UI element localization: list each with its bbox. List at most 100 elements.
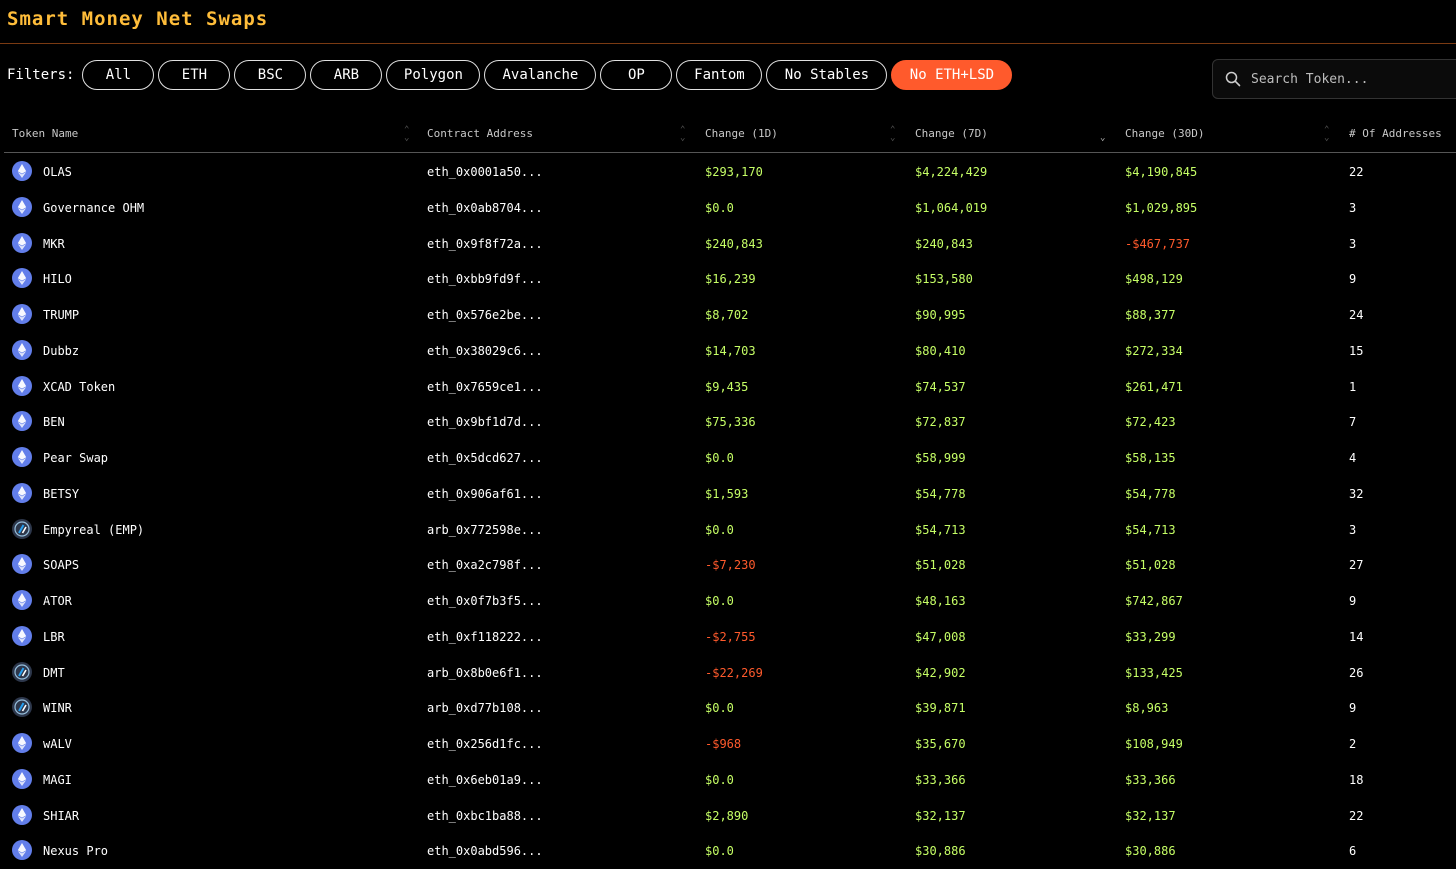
address-count: 3	[1349, 236, 1357, 251]
filter-chip-eth[interactable]: ETH	[158, 60, 231, 90]
change-7d: $74,537	[915, 379, 966, 394]
token-name: Nexus Pro	[43, 844, 109, 859]
table-row[interactable]: HILO eth_0xbb9fd9f... $16,239 $153,580 $498,…	[0, 260, 1456, 296]
change-1d: $1,593	[705, 486, 749, 501]
filter-chip-op[interactable]: OP	[600, 60, 673, 90]
sort-icon[interactable]: ⌃ ⌄	[1324, 126, 1329, 143]
change-30d: $54,778	[1125, 486, 1176, 501]
token-name: SOAPS	[43, 558, 80, 573]
change-30d: $498,129	[1125, 272, 1183, 287]
address-count: 14	[1349, 629, 1364, 644]
token-name: Dubbz	[43, 343, 80, 358]
sort-icon[interactable]: ⌃ ⌄	[404, 126, 409, 143]
table-row[interactable]: BEN eth_0x9bf1d7d... $75,336 $72,837 $72,423…	[0, 403, 1456, 439]
token-name: OLAS	[43, 165, 72, 179]
change-1d: $16,239	[705, 272, 756, 287]
filter-chip-avalanche[interactable]: Avalanche	[484, 60, 597, 90]
col-header-contract-address[interactable]: Contract Address	[427, 127, 533, 140]
table-row[interactable]: DMT arb_0x8b0e6f1... -$22,269 $42,902 $133,4…	[0, 654, 1456, 690]
table-row[interactable]: XCAD Token eth_0x7659ce1... $9,435 $74,537 $…	[0, 368, 1456, 404]
sort-icon[interactable]: ⌃ ⌄	[890, 126, 895, 143]
sort-icon[interactable]: ⌃ ⌄	[680, 126, 685, 143]
change-30d: -$467,737	[1125, 236, 1191, 251]
table-row[interactable]: ATOR eth_0x0f7b3f5... $0.0 $48,163 $742,867 9	[0, 582, 1456, 618]
table-row[interactable]: TRUMP eth_0x576e2be... $8,702 $90,995 $88,37…	[0, 296, 1456, 332]
table-row[interactable]: SHIAR eth_0xbc1ba88... $2,890 $32,137 $32,13…	[0, 797, 1456, 833]
change-1d: $0.0	[705, 594, 734, 608]
token-name: MKR	[43, 236, 65, 251]
ethereum-icon	[12, 161, 32, 181]
token-name: Pear Swap	[43, 451, 109, 465]
filter-chip-all[interactable]: All	[82, 60, 155, 90]
change-30d: $4,190,845	[1125, 165, 1198, 179]
table-row[interactable]: MKR eth_0x9f8f72a... $240,843 $240,843 -$467…	[0, 225, 1456, 261]
change-1d: $8,702	[705, 308, 749, 322]
filter-chip-arb[interactable]: ARB	[310, 60, 383, 90]
search-box[interactable]	[1212, 59, 1456, 99]
filter-chip-fantom[interactable]: Fantom	[676, 60, 763, 90]
change-1d: $75,336	[705, 415, 756, 430]
change-30d: $54,713	[1125, 522, 1176, 537]
ethereum-icon	[12, 196, 32, 217]
table-row[interactable]: Governance OHM eth_0x0ab8704... $0.0 $1,064…	[0, 189, 1456, 225]
table-row[interactable]: Pear Swap eth_0x5dcd627... $0.0 $58,999 $58,…	[0, 439, 1456, 475]
change-7d: $48,163	[915, 594, 966, 608]
change-30d: $51,028	[1125, 558, 1176, 573]
table-row[interactable]: Dubbz eth_0x38029c6... $14,703 $80,410 $272,…	[0, 332, 1456, 368]
ethereum-icon	[12, 554, 32, 575]
change-7d: $54,778	[915, 486, 966, 501]
col-header-token-name[interactable]: Token Name	[12, 127, 78, 140]
address-count: 22	[1349, 808, 1364, 823]
table-row[interactable]: OLAS eth_0x0001a50... $293,170 $4,224,429 $4…	[0, 153, 1456, 189]
change-30d: $261,471	[1125, 379, 1183, 394]
table-row[interactable]: Empyreal (EMP) arb_0x772598e... $0.0 $54,71…	[0, 511, 1456, 547]
address-count: 6	[1349, 844, 1357, 859]
search-input[interactable]	[1249, 70, 1443, 88]
change-1d: $2,890	[705, 808, 749, 823]
table-row[interactable]: MAGI eth_0x6eb01a9... $0.0 $33,366 $33,366 18	[0, 761, 1456, 797]
change-30d: $1,029,895	[1125, 200, 1198, 215]
change-1d: $14,703	[705, 343, 756, 358]
change-7d: $32,137	[915, 808, 966, 823]
change-1d: $293,170	[705, 165, 763, 179]
table-row[interactable]: WINR arb_0xd77b108... $0.0 $39,871 $8,963 9	[0, 689, 1456, 725]
change-7d: $42,902	[915, 665, 966, 680]
filter-chip-no-stables[interactable]: No Stables	[766, 60, 888, 90]
filter-chip-polygon[interactable]: Polygon	[386, 60, 481, 90]
change-7d: $80,410	[915, 343, 966, 358]
contract-address: eth_0x9f8f72a...	[427, 236, 543, 251]
change-7d: $33,366	[915, 772, 966, 787]
table-row[interactable]: BETSY eth_0x906af61... $1,593 $54,778 $54,77…	[0, 475, 1456, 511]
change-30d: $108,949	[1125, 737, 1183, 751]
col-header-address-count[interactable]: # Of Addresses	[1349, 127, 1442, 140]
change-1d: $240,843	[705, 236, 763, 251]
table-row[interactable]: Nexus Pro eth_0x0abd596... $0.0 $30,886 $30,…	[0, 832, 1456, 868]
change-30d: $133,425	[1125, 665, 1183, 680]
sort-desc-icon[interactable]: ⌄	[1100, 126, 1105, 143]
table-row[interactable]: LBR eth_0xf118222... -$2,755 $47,008 $33,299…	[0, 618, 1456, 654]
change-7d: $58,999	[915, 451, 966, 465]
col-header-change-1d[interactable]: Change (1D)	[705, 127, 778, 140]
table-row[interactable]: SOAPS eth_0xa2c798f... -$7,230 $51,028 $51,0…	[0, 546, 1456, 582]
token-table-body: OLAS eth_0x0001a50... $293,170 $4,224,429 $4…	[0, 153, 1456, 868]
change-7d: $47,008	[915, 629, 966, 644]
address-count: 15	[1349, 343, 1364, 358]
filter-chip-no-eth-lsd[interactable]: No ETH+LSD	[891, 60, 1013, 90]
contract-address: eth_0x7659ce1...	[427, 379, 543, 394]
token-name: LBR	[43, 629, 65, 644]
ethereum-icon	[12, 482, 32, 503]
contract-address: eth_0xf118222...	[427, 629, 543, 644]
table-header: Token Name ⌃ ⌄ Contract Address ⌃ ⌄ Change…	[4, 122, 1456, 153]
search-icon	[1225, 71, 1241, 87]
ethereum-icon	[12, 232, 32, 253]
change-7d: $1,064,019	[915, 200, 988, 215]
change-7d: $72,837	[915, 415, 966, 430]
contract-address: eth_0x38029c6...	[427, 343, 543, 358]
col-header-change-7d[interactable]: Change (7D)	[915, 127, 988, 140]
table-row[interactable]: wALV eth_0x256d1fc... -$968 $35,670 $108,949…	[0, 725, 1456, 761]
filter-chip-bsc[interactable]: BSC	[234, 60, 307, 90]
col-header-change-30d[interactable]: Change (30D)	[1125, 127, 1204, 140]
ethereum-icon	[12, 768, 32, 789]
contract-address: eth_0xa2c798f...	[427, 558, 543, 573]
address-count: 3	[1349, 200, 1357, 215]
